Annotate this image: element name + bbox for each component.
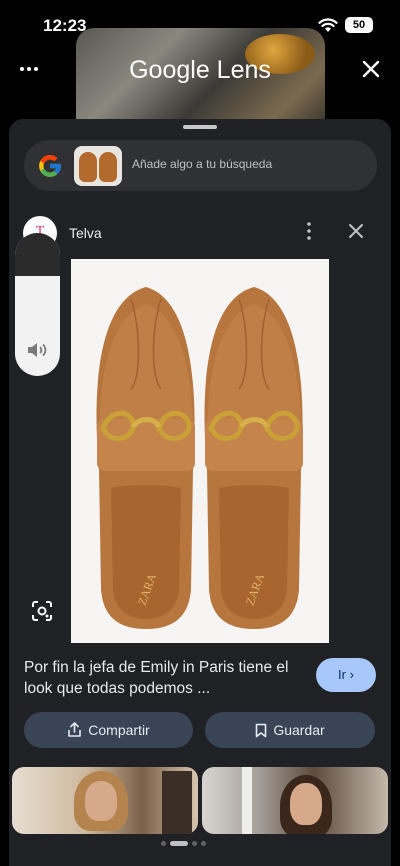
page-title: Google Lens <box>129 56 271 84</box>
results-sheet: Añade algo a tu búsqueda T Telva ZARA ZA… <box>9 119 391 866</box>
related-image[interactable] <box>202 767 388 834</box>
source-row[interactable]: T Telva <box>9 211 391 251</box>
drag-handle[interactable] <box>183 125 217 129</box>
go-button[interactable]: Ir › <box>316 658 376 692</box>
pagination-dots <box>161 841 206 846</box>
volume-slider[interactable] <box>15 233 60 376</box>
page-dot <box>161 841 166 846</box>
google-g-icon <box>39 155 61 177</box>
close-icon[interactable] <box>349 224 363 238</box>
bookmark-icon <box>256 723 267 737</box>
close-icon[interactable] <box>360 58 382 80</box>
page-dot <box>192 841 197 846</box>
query-thumbnail[interactable] <box>74 146 122 186</box>
page-dot-active <box>170 841 188 846</box>
source-name: Telva <box>69 225 102 241</box>
save-button[interactable]: Guardar <box>205 712 375 748</box>
kebab-icon[interactable] <box>302 221 316 241</box>
lens-header: Google Lens <box>0 52 400 92</box>
search-placeholder: Añade algo a tu búsqueda <box>132 157 273 171</box>
save-button-label: Guardar <box>273 722 325 738</box>
share-button[interactable]: Compartir <box>24 712 193 748</box>
related-image[interactable] <box>12 767 198 834</box>
lens-scan-icon[interactable] <box>31 600 53 622</box>
volume-unfilled <box>15 233 60 276</box>
result-caption[interactable]: Por fin la jefa de Emily in Paris tiene … <box>24 657 299 699</box>
go-button-label: Ir <box>338 667 346 682</box>
share-button-label: Compartir <box>88 722 150 738</box>
result-image[interactable]: ZARA ZARA <box>71 259 329 643</box>
shoes-illustration: ZARA ZARA <box>96 287 303 629</box>
share-icon <box>68 722 82 737</box>
page-dot <box>201 841 206 846</box>
wifi-icon <box>318 18 338 32</box>
status-bar: 12:23 50 <box>0 0 400 50</box>
status-time: 12:23 <box>43 16 87 35</box>
battery-indicator: 50 <box>345 17 373 33</box>
search-input[interactable]: Añade algo a tu búsqueda <box>24 140 377 191</box>
chevron-right-icon: › <box>349 667 354 682</box>
speaker-icon <box>28 343 47 357</box>
